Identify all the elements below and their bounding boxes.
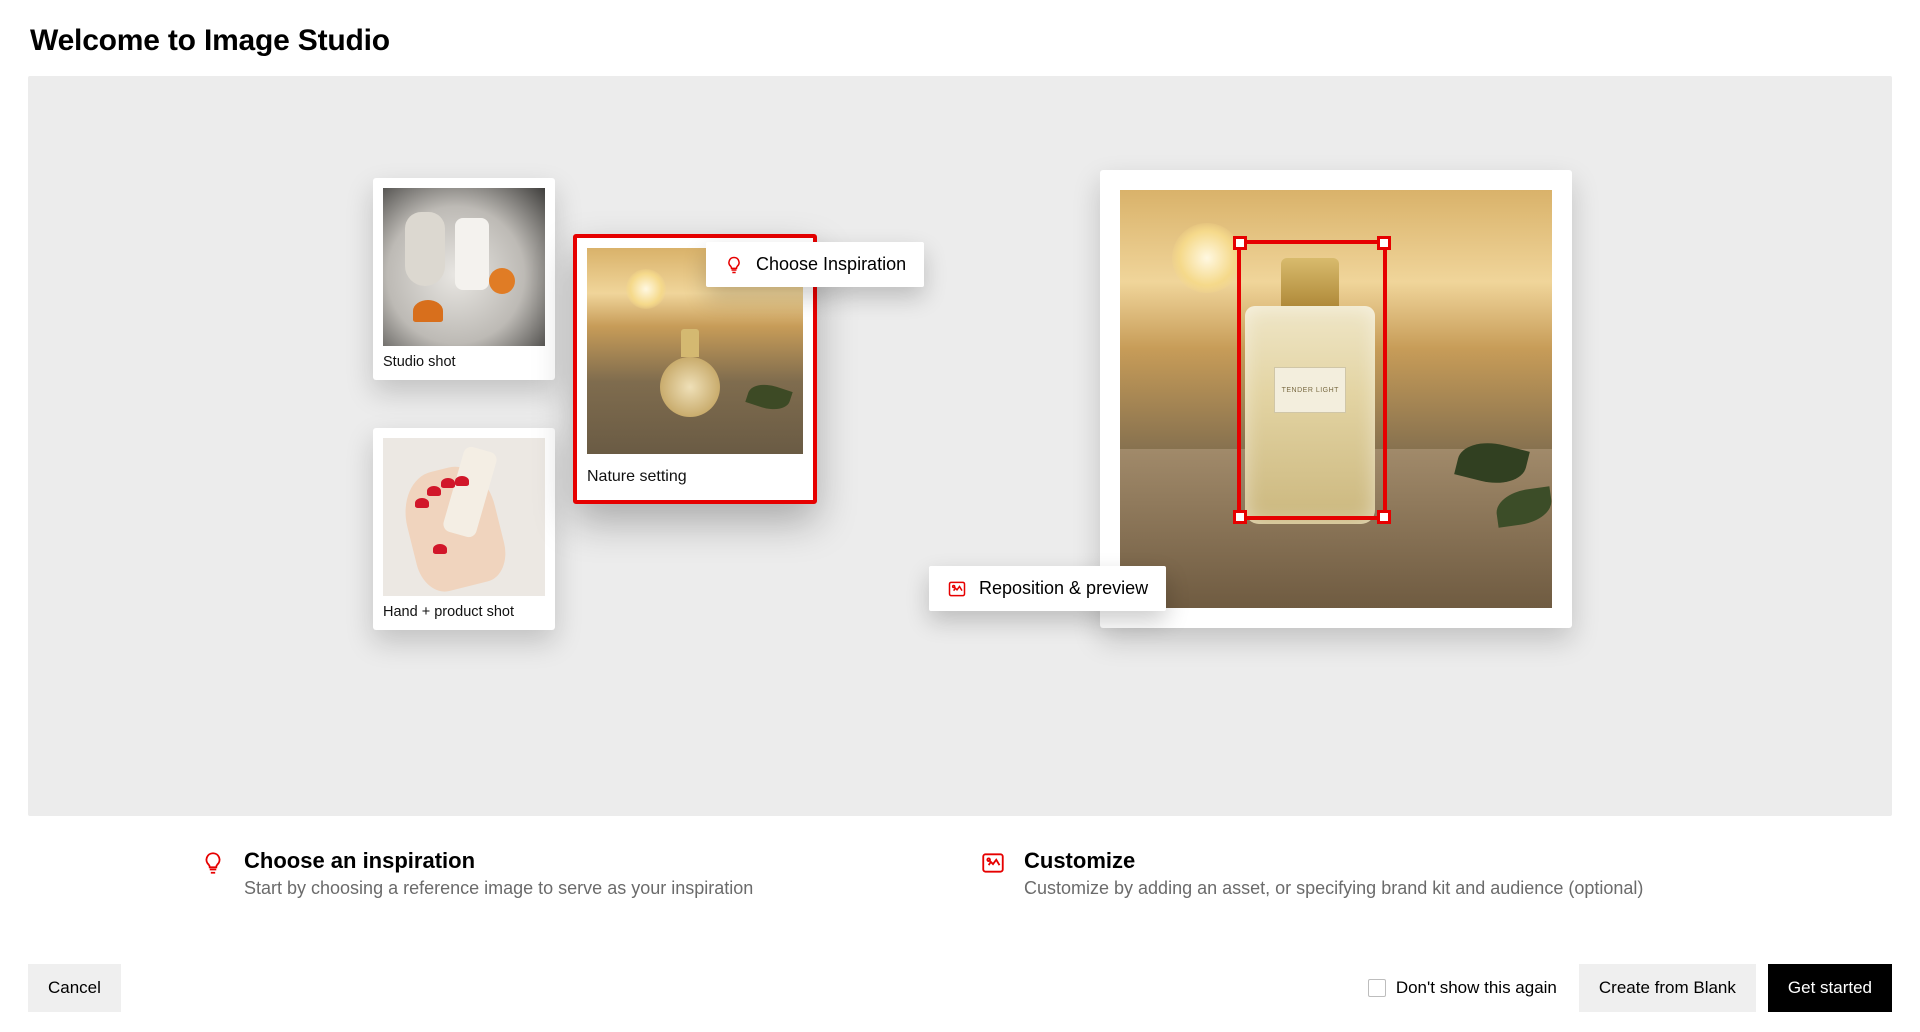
- lightbulb-icon: [724, 255, 744, 275]
- instruction-customize: Customize Customize by adding an asset, …: [980, 848, 1720, 899]
- thumbnail-studio: [383, 188, 545, 346]
- dont-show-again-checkbox[interactable]: Don't show this again: [1368, 978, 1557, 998]
- checkbox-box[interactable]: [1368, 979, 1386, 997]
- checkbox-label: Don't show this again: [1396, 978, 1557, 998]
- callout-reposition-preview: Reposition & preview: [929, 566, 1166, 611]
- preview-image: TENDER LIGHT: [1120, 190, 1552, 608]
- instruction-choose: Choose an inspiration Start by choosing …: [200, 848, 940, 899]
- instruction-title: Choose an inspiration: [244, 848, 753, 874]
- callout-choose-inspiration: Choose Inspiration: [706, 242, 924, 287]
- page-title: Welcome to Image Studio: [30, 24, 1892, 58]
- instruction-subtitle: Customize by adding an asset, or specify…: [1024, 878, 1643, 899]
- preview-card: TENDER LIGHT: [1100, 170, 1572, 628]
- callout-label: Reposition & preview: [979, 578, 1148, 599]
- cancel-button[interactable]: Cancel: [28, 964, 121, 1012]
- resize-handle-br: [1377, 510, 1391, 524]
- inspiration-card-studio: Studio shot: [373, 178, 555, 380]
- image-edit-icon: [947, 579, 967, 599]
- create-from-blank-button[interactable]: Create from Blank: [1579, 964, 1756, 1012]
- resize-handle-tl: [1233, 236, 1247, 250]
- instruction-subtitle: Start by choosing a reference image to s…: [244, 878, 753, 899]
- footer-bar: Cancel Don't show this again Create from…: [28, 964, 1892, 1012]
- thumbnail-hand: [383, 438, 545, 596]
- callout-label: Choose Inspiration: [756, 254, 906, 275]
- inspiration-card-hand: Hand + product shot: [373, 428, 555, 630]
- inspiration-card-label: Hand + product shot: [373, 596, 555, 630]
- lightbulb-icon: [200, 850, 226, 876]
- get-started-button[interactable]: Get started: [1768, 964, 1892, 1012]
- resize-handle-bl: [1233, 510, 1247, 524]
- inspiration-card-label: Studio shot: [373, 346, 555, 380]
- image-edit-icon: [980, 850, 1006, 876]
- selection-bounding-box: [1237, 240, 1387, 520]
- instructions-row: Choose an inspiration Start by choosing …: [28, 848, 1892, 899]
- resize-handle-tr: [1377, 236, 1391, 250]
- instruction-title: Customize: [1024, 848, 1643, 874]
- inspiration-card-label: Nature setting: [577, 454, 813, 500]
- hero-illustration: Studio shot Hand + product shot Nature s…: [28, 76, 1892, 816]
